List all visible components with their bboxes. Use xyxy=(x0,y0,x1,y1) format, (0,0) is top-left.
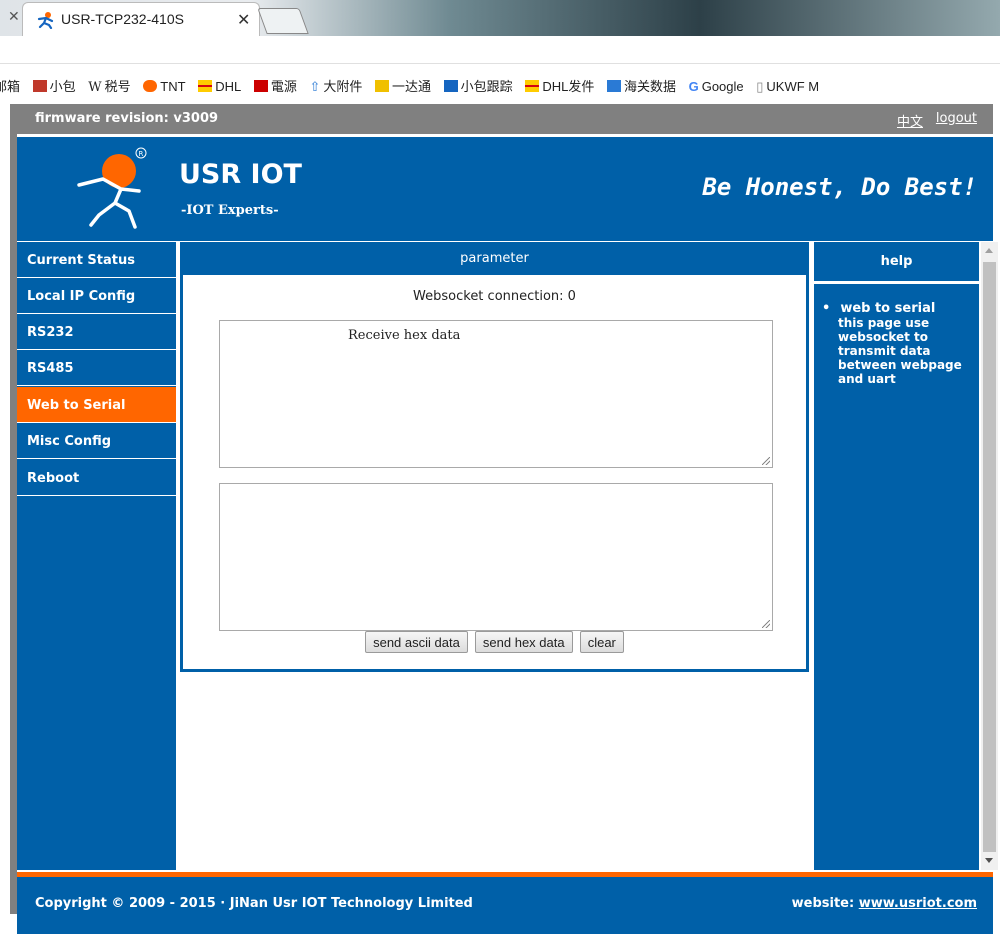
bookmark-item[interactable]: TNT xyxy=(143,79,186,94)
bookmark-icon xyxy=(253,80,268,92)
help-title: web to serial xyxy=(822,301,973,316)
sidebar-item-reboot[interactable]: Reboot xyxy=(17,460,176,496)
bookmark-icon xyxy=(443,80,458,92)
bookmark-icon xyxy=(143,80,158,92)
bookmark-label: UKWF M xyxy=(766,79,820,94)
google-icon: G xyxy=(688,79,699,94)
bookmark-item[interactable]: 電源 xyxy=(253,76,297,95)
bookmark-label: 邮箱 xyxy=(0,79,21,94)
website-label: website: xyxy=(791,896,855,911)
logout-link[interactable]: logout xyxy=(936,111,977,126)
bookmark-icon xyxy=(525,80,540,92)
website-link[interactable]: www.usriot.com xyxy=(859,896,977,911)
new-tab-button[interactable] xyxy=(257,8,309,34)
bookmark-item[interactable]: 小包 xyxy=(32,76,76,95)
scroll-down-icon[interactable] xyxy=(985,858,993,863)
address-bar[interactable] xyxy=(0,36,1000,64)
bookmark-item[interactable]: G Google xyxy=(689,79,744,94)
bookmark-item[interactable]: W 税号 xyxy=(88,76,130,95)
scrollbar[interactable] xyxy=(981,242,998,870)
slogan: Be Honest, Do Best! xyxy=(702,173,977,201)
bookmark-icon xyxy=(198,80,213,92)
footer: Copyright © 2009 - 2015 · JiNan Usr IOT … xyxy=(17,877,993,934)
bookmark-label: 電源 xyxy=(270,79,297,94)
close-icon[interactable]: ✕ xyxy=(8,9,20,25)
copyright-text: Copyright © 2009 - 2015 · JiNan Usr IOT … xyxy=(35,896,473,911)
scrollbar-thumb[interactable] xyxy=(983,262,996,852)
browser-tabstrip: ✕ USR-TCP232-410S ✕ xyxy=(0,0,1000,36)
bookmark-item[interactable]: DHL xyxy=(198,79,241,94)
resize-grip-icon[interactable] xyxy=(762,457,770,465)
bookmark-icon xyxy=(606,80,621,92)
bookmark-label: TNT xyxy=(160,79,186,94)
bookmark-item[interactable]: ⇧ 大附件 xyxy=(309,76,362,95)
send-textarea[interactable] xyxy=(219,483,773,631)
bookmark-label: 海关数据 xyxy=(623,79,676,94)
sidebar-item-local-ip-config[interactable]: Local IP Config xyxy=(17,278,176,314)
bookmark-item[interactable]: 邮箱 xyxy=(0,76,20,95)
runner-favicon-icon xyxy=(37,12,54,29)
browser-tab[interactable]: USR-TCP232-410S ✕ xyxy=(22,2,260,36)
receive-textarea[interactable]: Receive hex data xyxy=(219,320,773,468)
bookmark-item[interactable]: 小包跟踪 xyxy=(443,76,513,95)
language-link[interactable]: 中文 xyxy=(897,111,923,130)
sidebar-item-rs232[interactable]: RS232 xyxy=(17,314,176,350)
usr-logo-icon: R xyxy=(77,147,147,229)
banner: R USR IOT -IOT Experts- Be Honest, Do Be… xyxy=(17,137,993,241)
bookmark-label: 小包 xyxy=(49,79,76,94)
receive-placeholder: Receive hex data xyxy=(348,328,461,343)
send-ascii-button[interactable]: send ascii data xyxy=(365,631,468,653)
page-left-border xyxy=(10,104,17,914)
button-row: send ascii data send hex data clear xyxy=(183,631,806,653)
bookmark-label: DHL xyxy=(215,79,242,94)
bookmark-label: 小包跟踪 xyxy=(460,79,513,94)
brand-subtitle: -IOT Experts- xyxy=(181,203,279,218)
resize-grip-icon[interactable] xyxy=(762,620,770,628)
sidebar-item-current-status[interactable]: Current Status xyxy=(17,242,176,278)
sidebar-item-web-to-serial[interactable]: Web to Serial xyxy=(17,387,176,423)
websocket-status: Websocket connection: 0 xyxy=(413,289,576,304)
bookmark-item[interactable]: 一达通 xyxy=(375,76,431,95)
bookmark-label: 一达通 xyxy=(392,79,432,94)
clear-button[interactable]: clear xyxy=(579,631,624,653)
brand-name: USR IOT xyxy=(179,159,302,190)
upload-icon: ⇧ xyxy=(309,79,321,94)
sidebar: Current Status Local IP Config RS232 RS4… xyxy=(17,242,176,870)
page-icon: ▯ xyxy=(756,79,764,94)
bookmark-item[interactable]: 海关数据 xyxy=(606,76,676,95)
bookmark-label: 税号 xyxy=(104,79,131,94)
bookmark-label: DHL发件 xyxy=(542,79,595,94)
help-panel: web to serial this page use websocket to… xyxy=(814,284,979,870)
bookmark-item[interactable]: ▯ UKWF M xyxy=(756,79,819,95)
sidebar-item-rs485[interactable]: RS485 xyxy=(17,350,176,386)
website-info: website: www.usriot.com xyxy=(792,896,977,911)
parameter-panel: Websocket connection: 0 Receive hex data… xyxy=(180,275,809,672)
help-text: this page use websocket to transmit data… xyxy=(838,316,962,386)
send-hex-button[interactable]: send hex data xyxy=(474,631,573,653)
top-bar: firmware revision: v3009 中文 logout xyxy=(17,104,993,134)
panel-header: parameter xyxy=(180,242,809,275)
bookmark-icon xyxy=(32,80,47,92)
sidebar-item-misc-config[interactable]: Misc Config xyxy=(17,423,176,459)
svg-text:R: R xyxy=(139,150,144,158)
scroll-up-icon[interactable] xyxy=(985,248,993,253)
tab-close-icon[interactable]: ✕ xyxy=(237,10,250,29)
bookmark-item[interactable]: DHL发件 xyxy=(525,76,594,95)
bookmark-label: Google xyxy=(701,79,744,94)
tab-title: USR-TCP232-410S xyxy=(61,11,184,27)
bookmarks-bar: 邮箱 小包 W 税号 TNT DHL 電源 ⇧ 大附件 一达通 小包跟踪 DHL发件… xyxy=(0,64,1000,104)
bookmark-label: 大附件 xyxy=(323,79,363,94)
help-header: help xyxy=(814,242,979,281)
bookmark-icon xyxy=(375,80,390,92)
wikipedia-icon: W xyxy=(88,80,102,95)
firmware-revision: firmware revision: v3009 xyxy=(35,111,219,126)
